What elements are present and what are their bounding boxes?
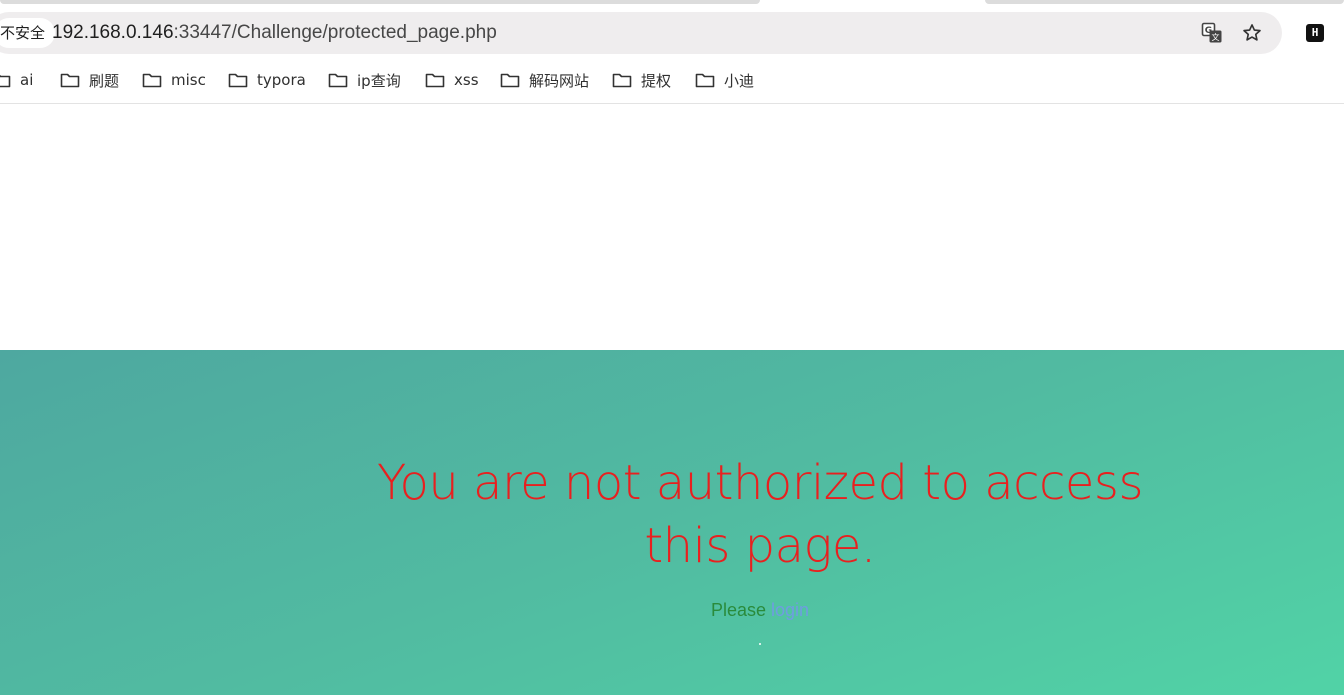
- bookmark-label: ai: [20, 71, 34, 89]
- extension-h-icon[interactable]: H: [1306, 24, 1324, 42]
- gradient-banner: You are not authorized to access this pa…: [0, 350, 1344, 695]
- folder-icon: [500, 73, 520, 88]
- folder-icon: [142, 73, 162, 88]
- bookmark-folder-typora[interactable]: typora: [228, 66, 306, 94]
- svg-text:文: 文: [1212, 32, 1220, 42]
- url-host: 192.168.0.146: [52, 22, 174, 43]
- bookmark-label: typora: [257, 71, 306, 89]
- folder-icon: [328, 73, 348, 88]
- login-prompt: Please login: [0, 600, 1344, 621]
- browser-toolbar: 不安全 192.168.0.146:33447/Challenge/protec…: [0, 0, 1344, 104]
- please-text: Please: [710, 600, 766, 620]
- url-path: :33447/Challenge/protected_page.php: [173, 22, 497, 43]
- bookmark-label: 解码网站: [529, 71, 590, 90]
- security-chip[interactable]: 不安全: [0, 18, 56, 48]
- bookmark-label: xss: [454, 71, 479, 89]
- bookmark-folder-privesc[interactable]: 提权: [612, 66, 671, 94]
- bookmark-folder-ai[interactable]: ai: [0, 66, 33, 94]
- bookmark-folder-misc[interactable]: misc: [142, 66, 206, 94]
- bookmark-folder-shuati[interactable]: 刷题: [60, 66, 119, 94]
- unauthorized-message: You are not authorized to access this pa…: [377, 455, 1143, 574]
- url-text[interactable]: 192.168.0.146:33447/Challenge/protected_…: [52, 20, 497, 46]
- folder-icon: [0, 74, 11, 88]
- bookmark-label: misc: [171, 71, 206, 89]
- login-link[interactable]: login: [771, 600, 809, 620]
- bookmark-folder-ip-query[interactable]: ip查询: [328, 66, 401, 94]
- folder-icon: [60, 73, 80, 88]
- star-icon[interactable]: [1239, 20, 1265, 46]
- folder-icon: [228, 73, 248, 88]
- bookmark-folder-decode-sites[interactable]: 解码网站: [500, 66, 589, 94]
- bookmark-folder-xss[interactable]: xss: [425, 66, 479, 94]
- bookmark-label: 刷题: [89, 71, 120, 90]
- folder-icon: [695, 73, 715, 88]
- page-content: You are not authorized to access this pa…: [0, 104, 1344, 695]
- tab-strip-edge: [985, 0, 1344, 4]
- bookmark-label: 小迪: [724, 71, 755, 90]
- folder-icon: [612, 73, 632, 88]
- translate-icon[interactable]: G 文: [1199, 20, 1225, 46]
- decorative-dot: [759, 643, 761, 645]
- bookmark-folder-xiaodi[interactable]: 小迪: [695, 66, 754, 94]
- tab-strip-edge: [0, 0, 760, 4]
- bookmark-label: 提权: [641, 71, 672, 90]
- bookmark-label: ip查询: [357, 71, 401, 90]
- folder-icon: [425, 73, 445, 88]
